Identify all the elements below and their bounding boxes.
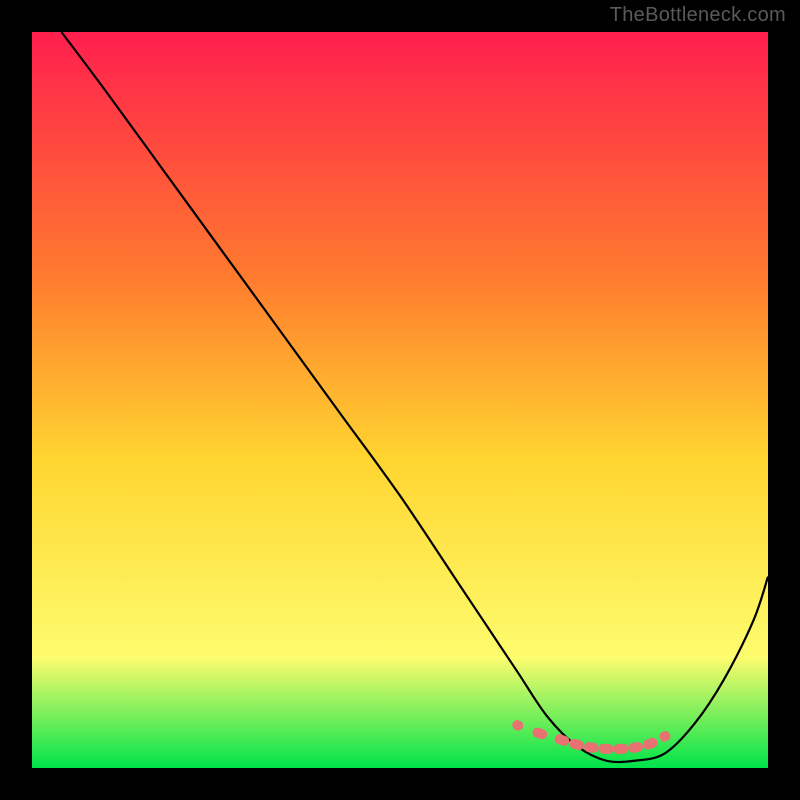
chart-svg <box>32 32 768 768</box>
marker-dash <box>613 743 628 754</box>
plot-area <box>32 32 768 768</box>
watermark-label: TheBottleneck.com <box>610 4 786 27</box>
marker-dash <box>598 743 613 754</box>
chart-container: TheBottleneck.com <box>0 0 800 800</box>
